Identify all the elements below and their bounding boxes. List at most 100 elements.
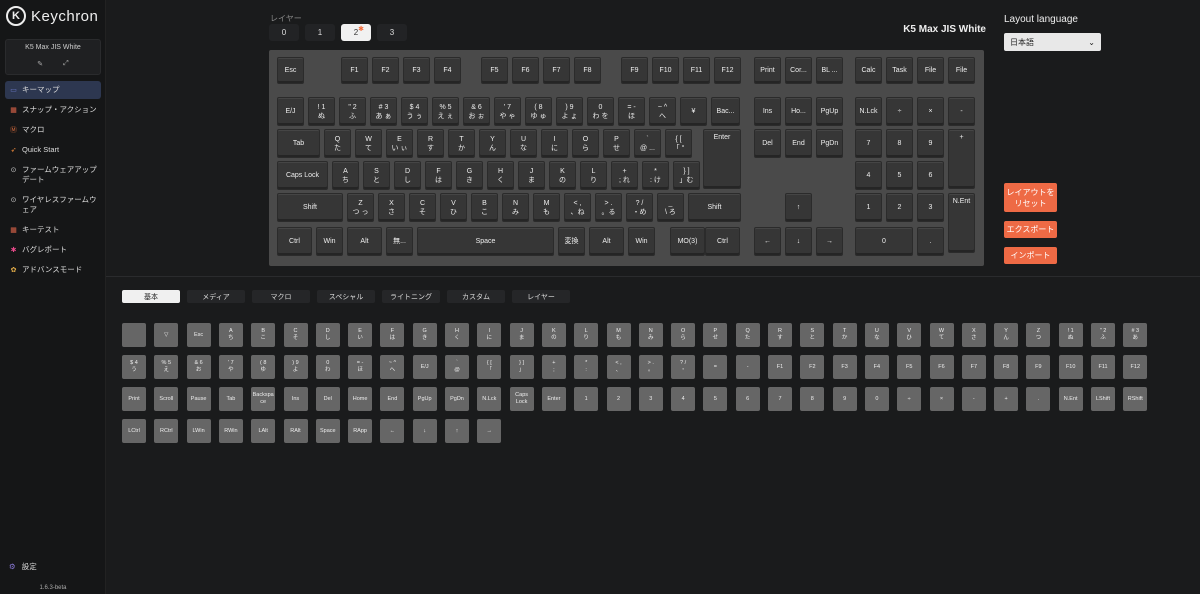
- key[interactable]: File: [917, 57, 944, 84]
- palette-key[interactable]: F4: [864, 355, 889, 379]
- key[interactable]: ! 1 ぬ: [308, 97, 335, 126]
- layer-tab-3[interactable]: 3: [377, 24, 407, 41]
- palette-key[interactable]: O ら: [671, 323, 696, 347]
- palette-key[interactable]: PgDn: [445, 387, 469, 411]
- sidebar-item-5[interactable]: ⊙ ワイヤレスファームウェア: [5, 191, 101, 219]
- palette-key[interactable]: Z つ: [1026, 323, 1051, 347]
- palette-key[interactable]: ' 7 や: [218, 355, 243, 379]
- palette-key[interactable]: [122, 323, 146, 347]
- key[interactable]: F2: [372, 57, 399, 84]
- key[interactable]: E い ぃ: [386, 129, 413, 158]
- key[interactable]: 6: [917, 161, 944, 190]
- key[interactable]: Calc: [855, 57, 882, 84]
- key[interactable]: E/J: [277, 97, 304, 126]
- palette-key[interactable]: End: [380, 387, 405, 411]
- key[interactable]: Space: [417, 227, 554, 256]
- key[interactable]: X さ: [378, 193, 405, 222]
- key[interactable]: →: [816, 227, 843, 256]
- key[interactable]: ? / ・め: [626, 193, 653, 222]
- key[interactable]: $ 4 う ぅ: [401, 97, 428, 126]
- palette-key[interactable]: = - ほ: [348, 355, 373, 379]
- palette-key[interactable]: } ] 」: [509, 355, 534, 379]
- palette-key[interactable]: F9: [1026, 355, 1051, 379]
- key[interactable]: 5: [886, 161, 913, 190]
- key[interactable]: F4: [434, 57, 461, 84]
- palette-key[interactable]: 5: [703, 387, 728, 411]
- key[interactable]: F8: [574, 57, 601, 84]
- key[interactable]: +: [948, 129, 975, 189]
- layer-tab-2[interactable]: 2 ✱: [341, 24, 371, 41]
- key[interactable]: F12: [714, 57, 741, 84]
- palette-key[interactable]: + ;: [541, 355, 566, 379]
- palette-key[interactable]: ? / ・: [671, 355, 696, 379]
- palette-key[interactable]: LCtrl: [122, 419, 146, 443]
- key[interactable]: BL ...: [816, 57, 843, 84]
- palette-key[interactable]: G き: [412, 323, 437, 347]
- key[interactable]: .: [917, 227, 944, 256]
- key[interactable]: Alt: [347, 227, 382, 256]
- category-tab-5[interactable]: カスタム: [447, 290, 505, 303]
- category-tab-6[interactable]: レイヤー: [512, 290, 570, 303]
- key[interactable]: F11: [683, 57, 710, 84]
- palette-key[interactable]: N み: [638, 323, 663, 347]
- category-tab-1[interactable]: メディア: [187, 290, 245, 303]
- key[interactable]: < , 、ね: [564, 193, 591, 222]
- palette-key[interactable]: Caps Lock: [509, 387, 534, 411]
- palette-key[interactable]: F2: [800, 355, 825, 379]
- sidebar-item-8[interactable]: ✿ アドバンスモード: [5, 261, 101, 279]
- key[interactable]: F7: [543, 57, 570, 84]
- key[interactable]: Y ん: [479, 129, 506, 158]
- key[interactable]: N.Lck: [855, 97, 882, 126]
- key[interactable]: File: [948, 57, 975, 84]
- palette-key[interactable]: U な: [864, 323, 889, 347]
- key[interactable]: Del: [754, 129, 781, 158]
- palette-key[interactable]: Pause: [186, 387, 211, 411]
- palette-key[interactable]: 1: [574, 387, 599, 411]
- layer-tab-0[interactable]: 0: [269, 24, 299, 41]
- sidebar-item-1[interactable]: ▦ スナップ・アクション: [5, 101, 101, 119]
- palette-key[interactable]: S と: [800, 323, 825, 347]
- key[interactable]: * : け: [642, 161, 669, 190]
- key[interactable]: G き: [456, 161, 483, 190]
- palette-key[interactable]: Enter: [541, 387, 566, 411]
- key[interactable]: 0: [855, 227, 913, 256]
- key[interactable]: Print: [754, 57, 781, 84]
- key[interactable]: R す: [417, 129, 444, 158]
- category-tab-3[interactable]: スペシャル: [317, 290, 375, 303]
- key[interactable]: Shift: [277, 193, 343, 222]
- key[interactable]: ( 8 ゆ ゅ: [525, 97, 552, 126]
- key[interactable]: L り: [580, 161, 607, 190]
- key[interactable]: O ら: [572, 129, 599, 158]
- palette-key[interactable]: Ins: [283, 387, 308, 411]
- key[interactable]: Ctrl: [705, 227, 740, 256]
- palette-key[interactable]: W て: [929, 323, 954, 347]
- sidebar-item-3[interactable]: ➶ Quick Start: [5, 141, 101, 159]
- palette-key[interactable]: 7: [768, 387, 792, 411]
- palette-key[interactable]: .: [1026, 387, 1051, 411]
- palette-key[interactable]: F7: [961, 355, 986, 379]
- settings-link[interactable]: ⚙ 設定: [9, 561, 37, 572]
- palette-key[interactable]: 2: [606, 387, 631, 411]
- sidebar-item-7[interactable]: ✱ バグレポート: [5, 241, 101, 259]
- palette-key[interactable]: Backspa ce: [251, 387, 276, 411]
- category-tab-4[interactable]: ライトニング: [382, 290, 440, 303]
- key[interactable]: ←: [754, 227, 781, 256]
- palette-key[interactable]: > . 。: [638, 355, 663, 379]
- palette-key[interactable]: Del: [315, 387, 340, 411]
- palette-key[interactable]: ×: [929, 387, 954, 411]
- palette-key[interactable]: Print: [122, 387, 146, 411]
- category-tab-0[interactable]: 基本: [122, 290, 180, 303]
- category-tab-2[interactable]: マクロ: [252, 290, 310, 303]
- key[interactable]: J ま: [518, 161, 545, 190]
- key[interactable]: Win: [316, 227, 343, 256]
- key[interactable]: -: [948, 97, 975, 126]
- palette-key[interactable]: F8: [994, 355, 1019, 379]
- sidebar-item-0[interactable]: ▭ キーマップ: [5, 81, 101, 99]
- palette-key[interactable]: ↓: [412, 419, 437, 443]
- key[interactable]: ×: [917, 97, 944, 126]
- sidebar-item-2[interactable]: Ⓜ マクロ: [5, 121, 101, 139]
- key[interactable]: # 3 あ ぁ: [370, 97, 397, 126]
- palette-key[interactable]: J ま: [509, 323, 534, 347]
- palette-key[interactable]: F は: [380, 323, 405, 347]
- key[interactable]: 4: [855, 161, 882, 190]
